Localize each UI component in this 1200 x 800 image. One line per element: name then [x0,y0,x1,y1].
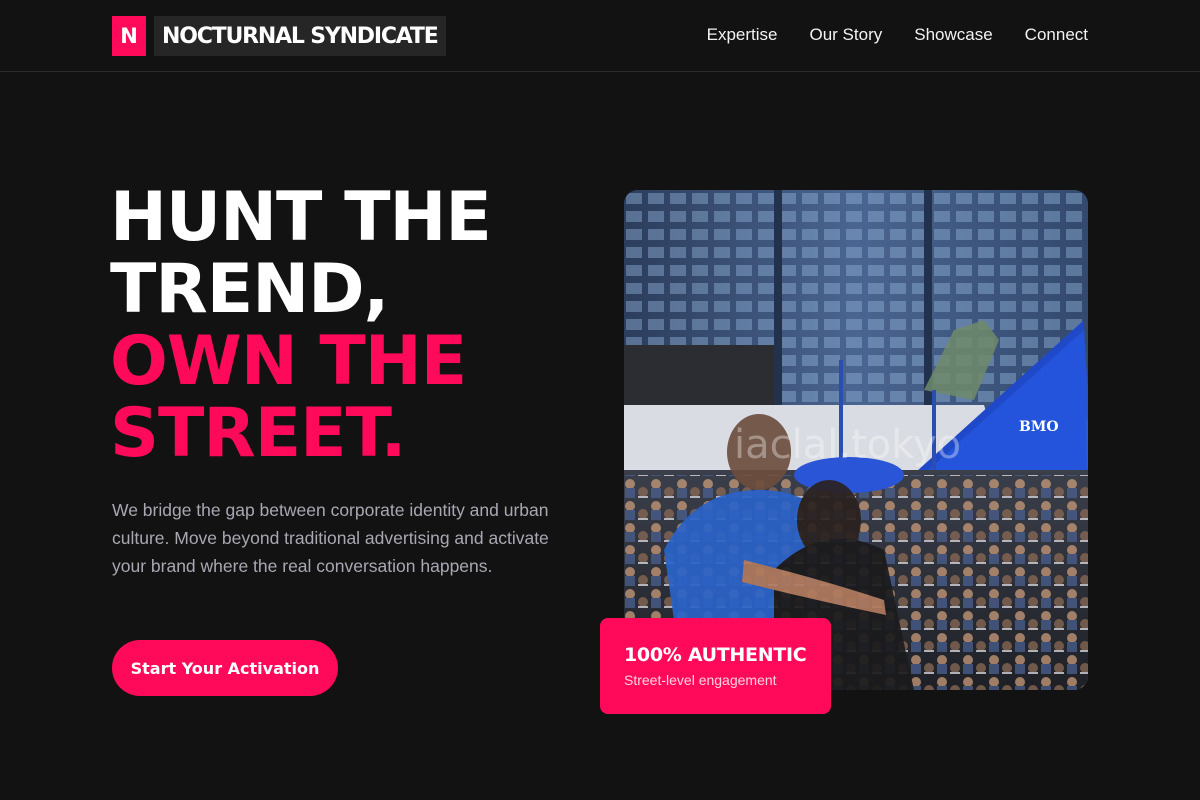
brand-name: NOCTURNAL SYNDICATE [154,16,446,56]
hero-description: We bridge the gap between corporate iden… [112,500,549,576]
authentic-badge: 100% AUTHENTIC Street-level engagement [600,618,831,714]
hero-title-line-4: STREET. [110,394,407,473]
badge-title: 100% AUTHENTIC [624,644,807,666]
hero-title-line-1: HUNT THE [110,178,492,257]
photo-watermark: iaclal.tokyo [734,422,961,468]
nav-link-expertise[interactable]: Expertise [707,24,778,46]
nav-link-connect[interactable]: Connect [1025,24,1088,46]
hero-title-line-2: TREND, [110,250,389,329]
nav-link-showcase[interactable]: Showcase [914,24,992,46]
start-activation-button[interactable]: Start Your Activation [112,640,338,696]
badge-subtitle: Street-level engagement [624,672,777,688]
hero-title-line-3: OWN THE [110,322,467,401]
main-nav: Expertise Our Story Showcase Connect [707,24,1088,46]
brand-logo[interactable]: N NOCTURNAL SYNDICATE [112,16,446,56]
nav-link-our-story[interactable]: Our Story [809,24,882,46]
site-header: N NOCTURNAL SYNDICATE Expertise Our Stor… [0,0,1200,72]
brand-mark: N [112,16,146,56]
hero-title: HUNT THE TREND, OWN THE STREET. [110,182,590,470]
hero-photo: BMO iaclal.tokyo [624,190,1088,690]
street-crowd-photo: BMO iaclal.tokyo [624,190,1088,690]
tent-label: BMO [1019,419,1059,435]
